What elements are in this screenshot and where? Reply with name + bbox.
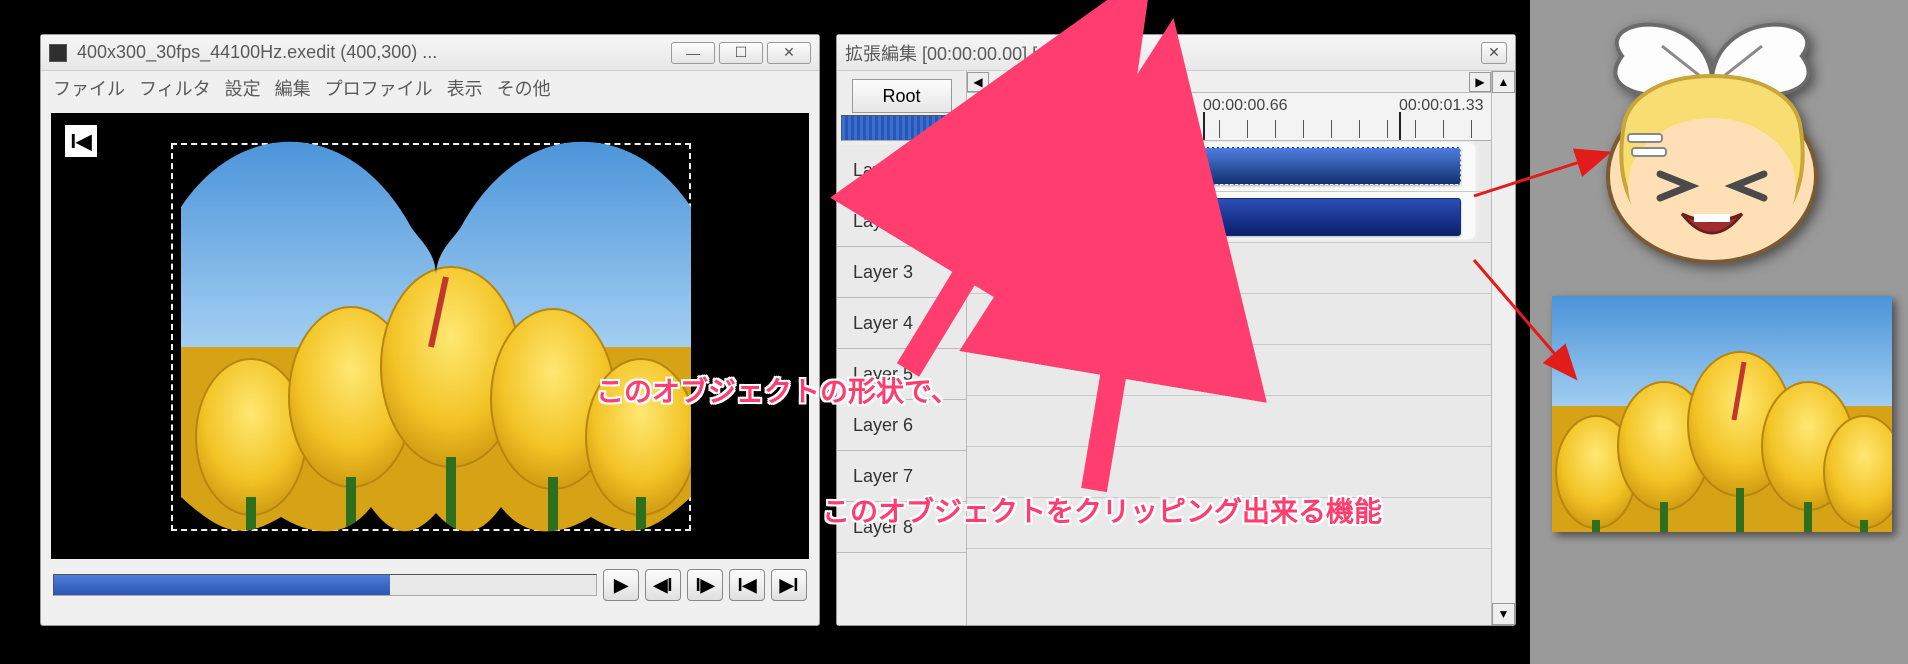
- track[interactable]: nc39315.png: [967, 141, 1491, 192]
- sample-image-character: [1582, 16, 1842, 264]
- timeline-track-area[interactable]: ◀ ▶ 00:00:00.00 00:00:00.66 00:00:01.33: [967, 71, 1515, 625]
- ruler-label: 00:00:00.00: [987, 97, 1072, 115]
- layer-label[interactable]: Layer 3: [837, 247, 966, 298]
- preview-window: 400x300_30fps_44100Hz.exedit (400,300) .…: [40, 34, 820, 626]
- step-back-button[interactable]: ◀I: [645, 569, 681, 601]
- annotation-text-1: このオブジェクトの形状で、: [596, 370, 959, 410]
- track[interactable]: [967, 243, 1491, 294]
- menu-view[interactable]: 表示: [447, 75, 483, 101]
- timeline-titlebar[interactable]: 拡張編集 [00:00:00.00] [1/103] ✕: [837, 35, 1515, 71]
- track[interactable]: [967, 396, 1491, 447]
- menu-other[interactable]: その他: [497, 75, 551, 101]
- menu-profile[interactable]: プロファイル: [325, 75, 433, 101]
- track[interactable]: [967, 294, 1491, 345]
- vscroll-down-icon[interactable]: ▼: [1492, 603, 1515, 625]
- layer-label[interactable]: Layer 2: [837, 196, 966, 247]
- timeline-clip[interactable]: nc39315.png: [991, 147, 1461, 185]
- annotation-text-2: このオブジェクトをクリッピング出来る機能: [822, 490, 1382, 530]
- vscroll-up-icon[interactable]: ▲: [1492, 71, 1515, 93]
- timeline-window: 拡張編集 [00:00:00.00] [1/103] ✕ Root Layer …: [836, 34, 1516, 626]
- clip-label: nc39315.png: [1002, 157, 1095, 175]
- app-icon: [49, 44, 67, 62]
- root-button[interactable]: Root: [852, 79, 952, 113]
- preview-titlebar[interactable]: 400x300_30fps_44100Hz.exedit (400,300) .…: [41, 35, 819, 71]
- playback-bar: ▶ ◀I I▶ I◀ ▶I: [53, 569, 807, 601]
- timeline-clip[interactable]: チューリップ.jpg: [991, 198, 1461, 236]
- timeline-vscroll[interactable]: ▲ ▼: [1491, 71, 1515, 625]
- scrub-bar[interactable]: [53, 574, 597, 596]
- hscroll-left-icon[interactable]: ◀: [967, 72, 989, 92]
- timeline-hscroll[interactable]: ◀ ▶: [967, 71, 1491, 93]
- goto-start-button[interactable]: I◀: [729, 569, 765, 601]
- menu-file[interactable]: ファイル: [53, 75, 125, 101]
- preview-viewport[interactable]: I◀: [51, 113, 809, 559]
- play-button[interactable]: ▶: [603, 569, 639, 601]
- track[interactable]: チューリップ.jpg: [967, 192, 1491, 243]
- step-forward-button[interactable]: I▶: [687, 569, 723, 601]
- goto-head-icon[interactable]: I◀: [65, 125, 97, 157]
- timeline-close-button[interactable]: ✕: [1481, 42, 1507, 64]
- goto-end-button[interactable]: ▶I: [771, 569, 807, 601]
- sample-image-tulips: [1552, 296, 1892, 532]
- timeline-left-pane: Root Layer 1 Layer 2 Layer 3 Layer 4 Lay…: [837, 71, 967, 625]
- scrub-fill: [54, 575, 390, 595]
- timeline-tracks[interactable]: nc39315.png チューリップ.jpg: [967, 141, 1491, 625]
- menu-filter[interactable]: フィルタ: [139, 75, 211, 101]
- audio-meter: [841, 115, 962, 141]
- menu-settings[interactable]: 設定: [225, 75, 261, 101]
- timeline-title: 拡張編集 [00:00:00.00] [1/103]: [845, 40, 1087, 66]
- maximize-button[interactable]: ☐: [719, 42, 763, 64]
- minimize-button[interactable]: —: [671, 42, 715, 64]
- ruler-label: 00:00:00.66: [1203, 97, 1288, 115]
- clip-label: チューリップ.jpg: [1002, 205, 1124, 229]
- clipped-preview-image: [181, 137, 691, 537]
- preview-menubar: ファイル フィルタ 設定 編集 プロファイル 表示 その他: [41, 71, 819, 107]
- close-button[interactable]: ✕: [767, 42, 811, 64]
- track[interactable]: [967, 345, 1491, 396]
- layer-label[interactable]: Layer 4: [837, 298, 966, 349]
- hscroll-right-icon[interactable]: ▶: [1469, 72, 1491, 92]
- layer-label[interactable]: Layer 1: [837, 145, 966, 196]
- menu-edit[interactable]: 編集: [275, 75, 311, 101]
- time-ruler[interactable]: 00:00:00.00 00:00:00.66 00:00:01.33: [967, 93, 1491, 141]
- ruler-label: 00:00:01.33: [1399, 97, 1484, 115]
- preview-title: 400x300_30fps_44100Hz.exedit (400,300) .…: [77, 42, 437, 63]
